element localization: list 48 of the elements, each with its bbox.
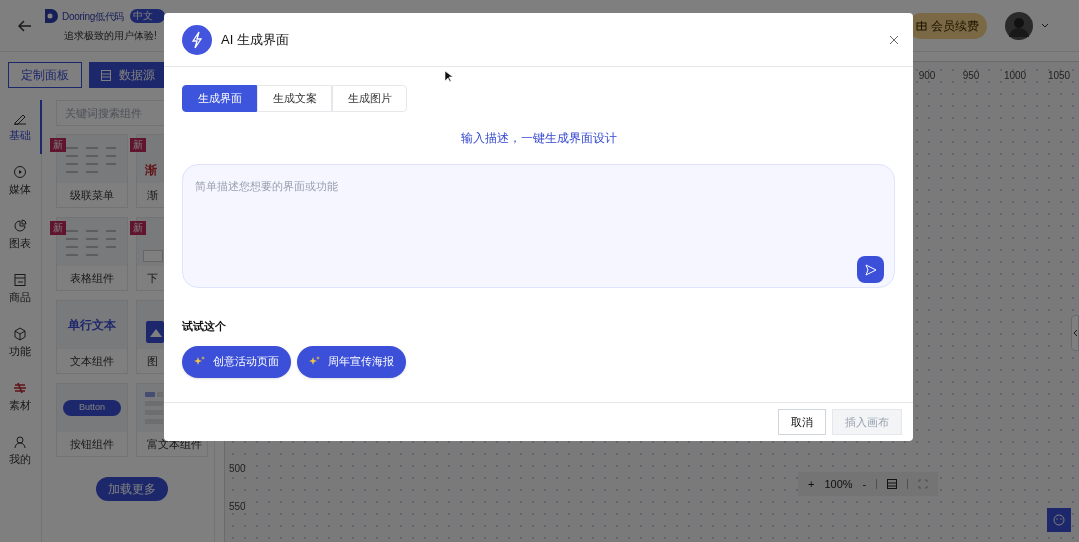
preview-button: Button <box>63 400 121 416</box>
cancel-button[interactable]: 取消 <box>778 409 826 435</box>
component-card[interactable]: 单行文本 文本组件 <box>56 300 128 374</box>
card-label: 图 <box>147 354 158 369</box>
suggestion-chip[interactable]: 周年宣传海报 <box>297 345 406 378</box>
dialog-subtitle: 输入描述，一键生成界面设计 <box>459 130 618 147</box>
suggestion-chip[interactable]: 创意活动页面 <box>182 345 291 378</box>
tab[interactable]: 生成文案 <box>257 85 332 112</box>
new-badge: 新 <box>50 138 66 152</box>
new-badge: 新 <box>50 221 66 235</box>
dialog-title: AI 生成界面 <box>221 30 289 49</box>
ruler-label: 900 <box>917 69 937 83</box>
card-label: 级联菜单 <box>69 188 115 203</box>
new-badge: 新 <box>130 138 146 152</box>
ruler-label: 950 <box>961 69 981 83</box>
ruler-label: 1000 <box>1002 69 1028 83</box>
tab[interactable]: 生成界面 <box>182 85 257 112</box>
ruler-label: 1050 <box>1046 69 1072 83</box>
tab[interactable]: 生成图片 <box>332 85 407 112</box>
zoom-in-button[interactable]: + <box>808 475 815 493</box>
sidebar-tab[interactable]: 基础 <box>0 100 42 154</box>
component-card[interactable]: Button 按钮组件 <box>56 383 128 457</box>
description-field[interactable]: 简单描述您想要的界面或功能 <box>182 164 895 288</box>
ruler-label: 500 <box>229 462 246 476</box>
load-more-button[interactable]: 加载更多 <box>96 477 168 501</box>
toolbar-button[interactable]: 定制面板 <box>8 62 82 88</box>
sidebar-tab[interactable]: 图表 <box>0 208 42 262</box>
card-label: 下 <box>147 271 158 286</box>
card-label: 按钮组件 <box>69 437 115 452</box>
tagline: 追求极致的用户体验! <box>64 29 158 43</box>
card-label: 渐 <box>147 188 158 203</box>
card-label: 表格组件 <box>69 271 115 286</box>
sidebar-tab[interactable]: 我的 <box>0 424 42 478</box>
new-badge: 新 <box>130 221 146 235</box>
section-label: 试试这个 <box>182 319 227 334</box>
zoom-out-button[interactable]: - <box>862 475 867 493</box>
language-select[interactable]: 中文 <box>130 9 166 23</box>
sidebar-tab[interactable]: 媒体 <box>0 154 42 208</box>
zoom-level: 100% <box>824 476 853 492</box>
preview-text: 渐 <box>145 162 157 179</box>
sidebar-tab[interactable]: 素材 <box>0 370 42 424</box>
ruler-label: 550 <box>229 500 246 514</box>
toolbar-button[interactable]: 数据源 <box>89 62 167 88</box>
brand-name: Dooring低代码 <box>62 9 125 24</box>
card-label: 文本组件 <box>69 354 115 369</box>
preview-text: 单行文本 <box>68 317 116 334</box>
sidebar-tab[interactable]: 功能 <box>0 316 42 370</box>
sidebar-tab[interactable]: 商品 <box>0 262 42 316</box>
